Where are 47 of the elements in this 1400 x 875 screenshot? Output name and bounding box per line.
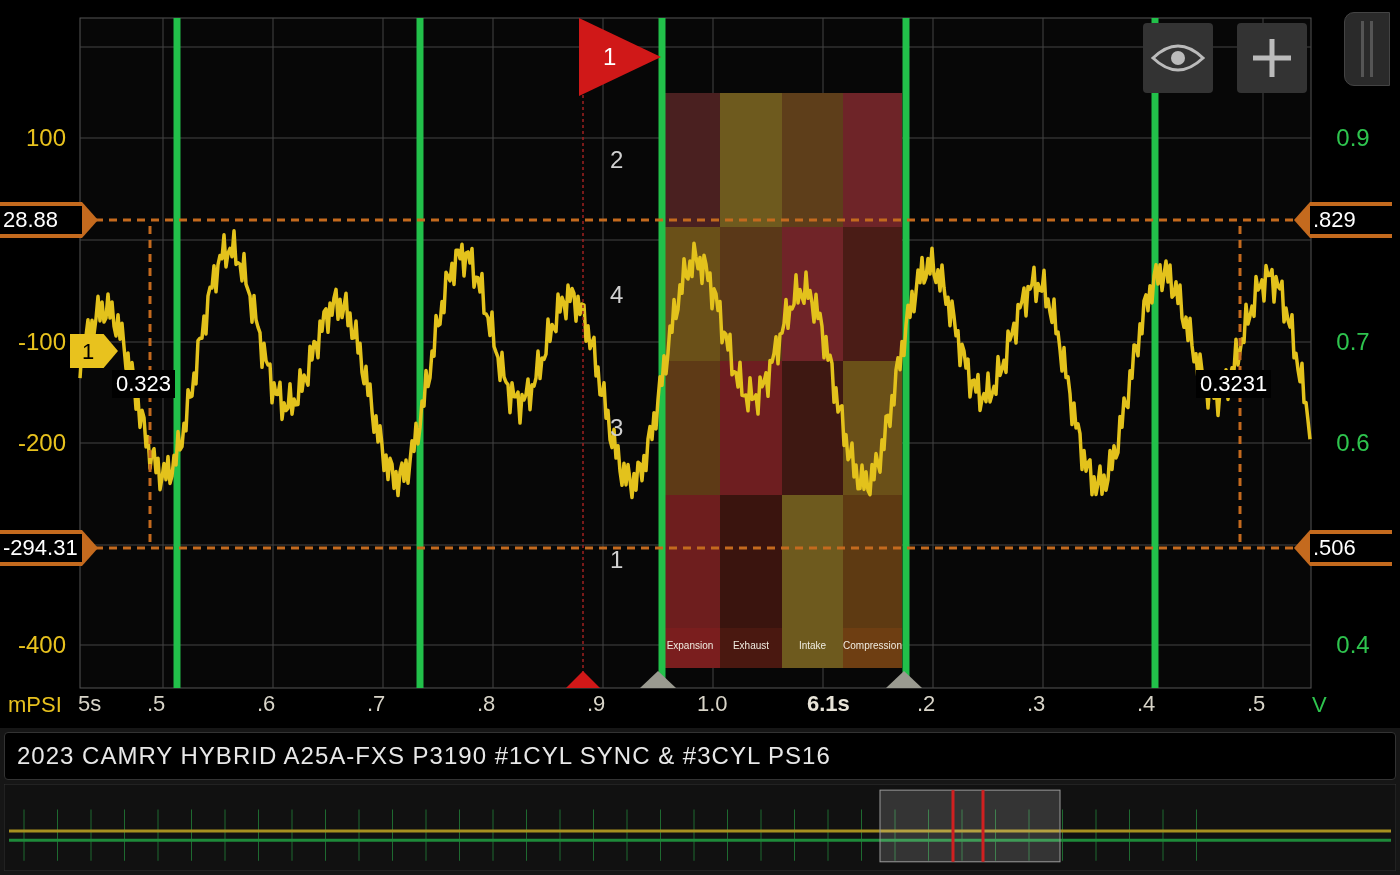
axis-tick-label: -100 <box>16 330 66 354</box>
range-marker-icon[interactable] <box>640 671 676 688</box>
time-tick-label: .4 <box>1137 693 1156 715</box>
cylinder-label: 4 <box>610 283 624 307</box>
axis-tick-label: 100 <box>24 126 66 150</box>
time-tick-label: 1.0 <box>697 693 728 715</box>
cylinder-label: 2 <box>610 148 624 172</box>
add-button[interactable] <box>1237 23 1307 93</box>
cursor-value[interactable]: -294.31 <box>0 530 82 566</box>
axis-tick-label: -200 <box>16 431 66 455</box>
time-tick-label: .5 <box>147 693 166 715</box>
time-tick-label: .2 <box>917 693 936 715</box>
axis-tick-label: -400 <box>16 633 66 657</box>
axis-tick-label: 0.9 <box>1335 126 1371 150</box>
axis-tick-label: 0.6 <box>1335 431 1371 455</box>
axis-unit: mPSI <box>8 694 62 716</box>
plus-icon <box>1251 37 1293 79</box>
cursor-readout: 0.3231 <box>1196 370 1272 398</box>
axis-unit: V <box>1312 694 1327 716</box>
phase-label: Compression <box>843 641 902 651</box>
phase-label: Expansion <box>665 641 715 651</box>
time-tick-label: 6.1s <box>807 693 850 715</box>
trigger-marker-icon[interactable] <box>566 671 600 688</box>
cursor-lines[interactable] <box>95 218 1295 550</box>
visibility-button[interactable] <box>1143 23 1213 93</box>
cursor-value[interactable]: 28.88 <box>0 202 82 238</box>
time-tick-label: .9 <box>587 693 606 715</box>
cursor-value[interactable]: .829 <box>1310 202 1392 238</box>
phase-label: Intake <box>797 641 828 651</box>
time-tick-label: .5 <box>1247 693 1266 715</box>
phase-label: Exhaust <box>731 641 771 651</box>
time-tick-label: 5s <box>78 693 102 715</box>
cursor-readout: 0.323 <box>112 370 176 398</box>
cylinder-label: 1 <box>610 548 624 572</box>
cylinder-label: 3 <box>610 416 624 440</box>
axis-tick-label: 0.7 <box>1335 330 1371 354</box>
axis-tick-label: 0.4 <box>1335 633 1371 657</box>
time-tick-label: .8 <box>477 693 496 715</box>
panel-handle[interactable] <box>1344 12 1390 86</box>
overview-waveform-drawing[interactable] <box>4 784 1396 871</box>
eye-icon <box>1151 42 1205 74</box>
cursor-value[interactable]: .506 <box>1310 530 1392 566</box>
time-tick-label: .6 <box>257 693 276 715</box>
range-marker-icon[interactable] <box>886 671 922 688</box>
time-tick-label: .3 <box>1027 693 1046 715</box>
time-tick-label: .7 <box>367 693 386 715</box>
recording-title: 2023 CAMRY HYBRID A25A-FXS P3190 #1CYL SYNC & #3CYL PS16 <box>4 732 1396 780</box>
